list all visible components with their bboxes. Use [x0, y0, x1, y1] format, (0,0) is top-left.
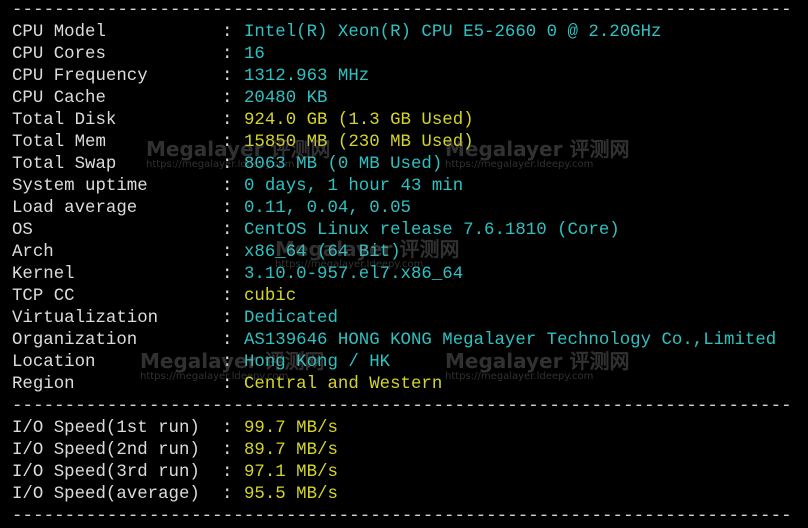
info-colon: : — [222, 309, 233, 328]
io-label: I/O Speed(average) — [12, 485, 200, 504]
io-value: 99.7 MB/s — [244, 419, 338, 438]
io-row: I/O Speed(2nd run):89.7 MB/s — [12, 440, 808, 462]
info-label: Virtualization — [12, 309, 159, 328]
info-row: OS: CentOS Linux release 7.6.1810 (Core) — [12, 220, 808, 242]
io-colon: : — [222, 419, 233, 438]
info-row: Virtualization: Dedicated — [12, 308, 808, 330]
io-colon: : — [222, 485, 233, 504]
io-colon: : — [222, 441, 233, 460]
info-colon: : — [222, 331, 233, 350]
info-colon: : — [222, 353, 233, 372]
info-row: CPU Frequency:1312.963 MHz — [12, 66, 808, 88]
info-value: 924.0 GB (1.3 GB Used) — [244, 111, 474, 130]
info-label: Kernel — [12, 265, 75, 284]
info-colon: : — [222, 45, 233, 64]
info-label: Location — [12, 353, 96, 372]
info-label: CPU Cores — [12, 45, 106, 64]
info-row: CPU Model: Intel(R) Xeon(R) CPU E5-2660 0… — [12, 22, 808, 44]
separator-bottom: ----------------------------------------… — [12, 507, 792, 526]
info-label: Organization — [12, 331, 138, 350]
info-row: Total Disk:924.0 GB (1.3 GB Used) — [12, 110, 808, 132]
info-label: CPU Frequency — [12, 67, 148, 86]
info-colon: : — [222, 67, 233, 86]
info-label: OS — [12, 221, 33, 240]
info-colon: : — [222, 199, 233, 218]
io-value: 95.5 MB/s — [244, 485, 338, 504]
info-colon: : — [222, 155, 233, 174]
info-colon: : — [222, 265, 233, 284]
system-info-list: CPU Model: Intel(R) Xeon(R) CPU E5-2660 0… — [12, 22, 808, 396]
io-label: I/O Speed(1st run) — [12, 419, 200, 438]
info-label: Load average — [12, 199, 138, 218]
info-label: Arch — [12, 243, 54, 262]
info-row: System uptime:0 days, 1 hour 43 min — [12, 176, 808, 198]
info-value: x86_64 (64 Bit) — [244, 243, 401, 262]
terminal-output: ----------------------------------------… — [12, 0, 808, 528]
info-row: CPU Cache:20480 KB — [12, 88, 808, 110]
info-value: Central and Western — [244, 375, 443, 394]
io-row: I/O Speed(average):95.5 MB/s — [12, 484, 808, 506]
info-value: 3.10.0-957.el7.x86_64 — [244, 265, 464, 284]
separator-middle: ----------------------------------------… — [12, 397, 792, 416]
info-label: CPU Cache — [12, 89, 106, 108]
info-row: Arch: x86_64 (64 Bit) — [12, 242, 808, 264]
info-value: Dedicated — [244, 309, 338, 328]
info-value: 16 — [244, 45, 265, 64]
info-colon: : — [222, 111, 233, 130]
info-label: Region — [12, 375, 75, 394]
info-value: 1312.963 MHz — [244, 67, 370, 86]
info-row: Load average:0.11, 0.04, 0.05 — [12, 198, 808, 220]
info-value: cubic — [244, 287, 297, 306]
info-label: CPU Model — [12, 23, 106, 42]
info-label: Total Swap — [12, 155, 117, 174]
info-label: System uptime — [12, 177, 148, 196]
info-label: Total Disk — [12, 111, 117, 130]
io-label: I/O Speed(3rd run) — [12, 463, 200, 482]
info-label: Total Mem — [12, 133, 106, 152]
io-row: I/O Speed(1st run):99.7 MB/s — [12, 418, 808, 440]
info-row: Kernel:3.10.0-957.el7.x86_64 — [12, 264, 808, 286]
io-value: 97.1 MB/s — [244, 463, 338, 482]
io-colon: : — [222, 463, 233, 482]
info-value: 20480 KB — [244, 89, 328, 108]
info-colon: : — [222, 133, 233, 152]
info-row: Region: Central and Western — [12, 374, 808, 396]
info-row: TCP CC: cubic — [12, 286, 808, 308]
info-value: 15850 MB (230 MB Used) — [244, 133, 474, 152]
io-speed-list: I/O Speed(1st run):99.7 MB/s I/O Speed(2n… — [12, 418, 808, 506]
io-label: I/O Speed(2nd run) — [12, 441, 200, 460]
info-value: Hong Kong / HK — [244, 353, 391, 372]
separator-top: ----------------------------------------… — [12, 1, 792, 20]
io-value: 89.7 MB/s — [244, 441, 338, 460]
info-row: Total Swap:8063 MB (0 MB Used) — [12, 154, 808, 176]
info-row: Total Mem:15850 MB (230 MB Used) — [12, 132, 808, 154]
info-colon: : — [222, 287, 233, 306]
info-row: Location: Hong Kong / HK — [12, 352, 808, 374]
info-value: 0 days, 1 hour 43 min — [244, 177, 464, 196]
io-row: I/O Speed(3rd run):97.1 MB/s — [12, 462, 808, 484]
info-colon: : — [222, 23, 233, 42]
info-label: TCP CC — [12, 287, 75, 306]
info-value: 8063 MB (0 MB Used) — [244, 155, 443, 174]
info-row: Organization: AS139646 HONG KONG Megalaye… — [12, 330, 808, 352]
info-colon: : — [222, 375, 233, 394]
info-value: Intel(R) Xeon(R) CPU E5-2660 0 @ 2.20GHz — [244, 23, 662, 42]
info-colon: : — [222, 89, 233, 108]
info-value: CentOS Linux release 7.6.1810 (Core) — [244, 221, 620, 240]
info-row: CPU Cores:16 — [12, 44, 808, 66]
info-value: AS139646 HONG KONG Megalayer Technology … — [244, 331, 777, 350]
info-colon: : — [222, 177, 233, 196]
info-colon: : — [222, 243, 233, 262]
info-value: 0.11, 0.04, 0.05 — [244, 199, 411, 218]
info-colon: : — [222, 221, 233, 240]
